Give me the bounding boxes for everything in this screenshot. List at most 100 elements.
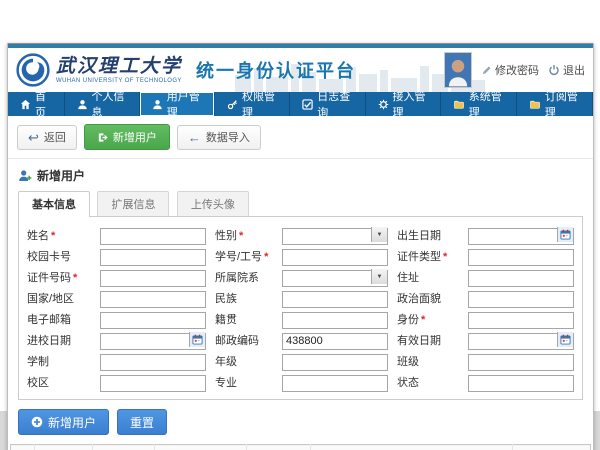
department-label: 所属院系 <box>215 269 273 285</box>
student-no-label: 学号/工号* <box>215 248 273 264</box>
gender-field: ▼ <box>282 226 388 243</box>
campus-card-no-field <box>100 247 206 264</box>
identity-field <box>468 310 574 327</box>
university-name: 武汉理工大学 <box>56 57 182 76</box>
gender-label: 性别* <box>215 227 273 243</box>
required-asterisk: * <box>264 251 268 263</box>
status-field <box>468 373 574 390</box>
ethnicity-field <box>282 289 388 306</box>
change-password-label: 修改密码 <box>495 62 539 78</box>
id-number-input[interactable] <box>100 270 206 287</box>
tab-extended-info[interactable]: 扩展信息 <box>97 191 169 216</box>
required-asterisk: * <box>73 272 77 284</box>
results-header-row: 学号/工号姓名性别身份所属院系操作 <box>11 445 591 450</box>
ethnicity-input[interactable] <box>282 291 388 308</box>
form-grid: 姓名*性别*▼出生日期校园卡号学号/工号*证件类型*证件号码*所属院系▼住址国家… <box>27 226 574 390</box>
change-password-link[interactable]: 修改密码 <box>481 62 539 78</box>
grade-field <box>282 352 388 369</box>
add-user-icon <box>18 169 32 183</box>
political-status-input[interactable] <box>468 291 574 308</box>
address-field <box>468 268 574 285</box>
status-label: 状态 <box>397 374 459 390</box>
nav-tab-label: 订阅管理 <box>545 88 580 120</box>
export-icon <box>97 132 108 143</box>
logout-link[interactable]: 退出 <box>548 62 585 78</box>
header-user-area: 修改密码 退出 <box>444 52 585 88</box>
nav-tab-permissions[interactable]: 权限管理 <box>215 92 290 116</box>
reset-button[interactable]: 重置 <box>117 409 167 435</box>
id-type-input[interactable] <box>468 249 574 266</box>
postal-code-field <box>282 331 388 348</box>
nav-tab-label: 用户管理 <box>167 88 202 120</box>
screen: 武汉理工大学 WUHAN UNIVERSITY OF TECHNOLOGY 统一… <box>0 0 600 450</box>
schooling-length-input[interactable] <box>100 354 206 371</box>
data-import-label: 数据导入 <box>206 129 250 145</box>
campus-card-no-input[interactable] <box>100 249 206 266</box>
import-arrow-icon: ← <box>188 131 201 144</box>
id-type-field <box>468 247 574 264</box>
dropdown-arrow-icon[interactable]: ▼ <box>371 227 387 242</box>
address-input[interactable] <box>468 270 574 287</box>
name-input[interactable] <box>100 228 206 245</box>
country-region-input[interactable] <box>100 291 206 308</box>
nav-tab-system[interactable]: 系统管理 <box>441 92 517 116</box>
browser-page: 武汉理工大学 WUHAN UNIVERSITY OF TECHNOLOGY 统一… <box>7 43 594 450</box>
id-type-label: 证件类型* <box>397 248 459 264</box>
toolbar-add-user-button[interactable]: 新增用户 <box>84 124 170 150</box>
native-place-label: 籍贯 <box>215 311 273 327</box>
folder-icon <box>453 99 465 110</box>
campus-label: 校区 <box>27 374 91 390</box>
campus-input[interactable] <box>100 375 206 392</box>
logout-label: 退出 <box>563 62 585 78</box>
log-icon <box>302 99 313 110</box>
university-logo <box>16 53 50 87</box>
status-input[interactable] <box>468 375 574 392</box>
section-header: 新增用户 <box>8 159 593 189</box>
campus-card-no-label: 校园卡号 <box>27 248 91 264</box>
class-input[interactable] <box>468 354 574 371</box>
data-import-button[interactable]: ← 数据导入 <box>177 125 261 150</box>
id-number-label: 证件号码* <box>27 269 91 285</box>
tab-basic-info[interactable]: 基本信息 <box>18 191 90 217</box>
nav-tab-logs[interactable]: 日志查询 <box>290 92 365 116</box>
student-no-input[interactable] <box>282 249 388 266</box>
required-asterisk: * <box>51 230 55 242</box>
political-status-label: 政治面貌 <box>397 290 459 306</box>
university-name-en: WUHAN UNIVERSITY OF TECHNOLOGY <box>56 78 182 84</box>
schooling-length-label: 学制 <box>27 353 91 369</box>
nav-tab-profile[interactable]: 个人信息 <box>65 92 140 116</box>
column-header: 姓名 <box>93 445 155 450</box>
folder-icon <box>529 99 541 110</box>
nav-tab-access[interactable]: 接入管理 <box>366 92 441 116</box>
brand-block: 武汉理工大学 WUHAN UNIVERSITY OF TECHNOLOGY <box>56 57 182 84</box>
nav-tab-subscription[interactable]: 订阅管理 <box>517 92 593 116</box>
grade-input[interactable] <box>282 354 388 371</box>
user-icon <box>152 99 163 110</box>
nav-tab-users[interactable]: 用户管理 <box>140 92 215 116</box>
email-field <box>100 310 206 327</box>
major-input[interactable] <box>282 375 388 392</box>
back-button[interactable]: ↩ 返回 <box>17 125 77 150</box>
nav-tab-label: 日志查询 <box>317 88 352 120</box>
identity-input[interactable] <box>468 312 574 329</box>
postal-code-input[interactable] <box>282 333 388 350</box>
class-field <box>468 352 574 369</box>
email-label: 电子邮箱 <box>27 311 91 327</box>
toolbar-add-user-label: 新增用户 <box>113 129 157 145</box>
email-input[interactable] <box>100 312 206 329</box>
address-label: 住址 <box>397 269 459 285</box>
calendar-icon[interactable] <box>557 332 573 347</box>
calendar-icon[interactable] <box>557 227 573 242</box>
back-arrow-icon: ↩ <box>28 131 39 144</box>
country-region-label: 国家/地区 <box>27 290 91 306</box>
native-place-field <box>282 310 388 327</box>
dropdown-arrow-icon[interactable]: ▼ <box>371 269 387 284</box>
nav-tab-home[interactable]: 首页 <box>8 92 65 116</box>
submit-add-user-button[interactable]: 新增用户 <box>18 409 109 435</box>
native-place-input[interactable] <box>282 312 388 329</box>
form-actions: 新增用户 重置 <box>8 400 593 444</box>
calendar-icon[interactable] <box>189 332 205 347</box>
tab-upload-avatar[interactable]: 上传头像 <box>177 191 249 216</box>
required-asterisk: * <box>421 314 425 326</box>
column-header: 学号/工号 <box>35 445 93 450</box>
